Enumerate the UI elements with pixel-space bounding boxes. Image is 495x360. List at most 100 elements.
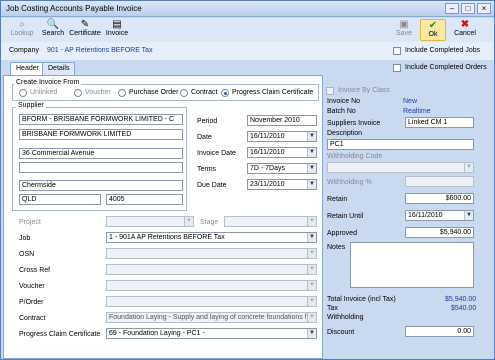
contract-label: Contract <box>191 89 218 96</box>
progress-claim-radio[interactable] <box>221 89 229 97</box>
include-completed-orders-checkbox[interactable] <box>393 64 401 72</box>
tab-header[interactable]: Header <box>10 62 45 76</box>
ok-button[interactable]: ✔ Ok <box>420 19 446 41</box>
retain-field[interactable]: $600.00 <box>405 193 474 204</box>
create-from-title: Create Invoice From <box>14 79 82 86</box>
due-date-field[interactable]: 23/11/2010 ▼ <box>247 179 317 190</box>
voucher-field[interactable]: ▼ <box>106 280 317 291</box>
total-invoice-value: $5,940.00 <box>445 296 477 303</box>
supplier-name-field[interactable]: BRISBANE FORMWORK LIMITED <box>19 129 183 140</box>
job-field[interactable]: 1 - 901A AP Retentions BEFORE Tax ▼ <box>106 232 317 243</box>
porder-label: P/Order <box>19 299 44 306</box>
supplier-invoice-field[interactable]: Linked CM 1 <box>405 117 474 128</box>
chevron-down-icon[interactable]: ▼ <box>464 211 473 220</box>
cancel-button[interactable]: ✖ Cancel <box>450 19 480 41</box>
tab-details[interactable]: Details <box>42 62 76 75</box>
invoice-date-field[interactable]: 16/11/2010 ▼ <box>247 147 317 158</box>
supplier-postcode-field[interactable]: 4005 <box>106 194 183 205</box>
maximize-button[interactable]: □ <box>461 3 475 14</box>
stage-label: Stage <box>200 219 219 226</box>
chevron-down-icon[interactable]: ▼ <box>307 265 316 274</box>
retain-until-field[interactable]: 16/11/2010 ▼ <box>405 210 474 221</box>
chevron-down-icon[interactable]: ▼ <box>307 329 316 338</box>
invoice-by-class-label: Invoice By Class <box>338 87 390 94</box>
window-title: Job Costing Accounts Payable Invoice <box>6 4 142 13</box>
withholding-code-field[interactable]: ▼ <box>327 162 474 173</box>
discount-field[interactable]: 0.00 <box>405 326 474 337</box>
chevron-down-icon[interactable]: ▼ <box>307 233 316 242</box>
invoice-date-label: Invoice Date <box>197 150 236 157</box>
lookup-icon: ⌕ <box>19 19 25 30</box>
include-completed-jobs-label: Include Completed Jobs <box>405 47 481 54</box>
chevron-down-icon[interactable]: ▼ <box>307 281 316 290</box>
supplier-address1-field[interactable]: 36 Commercial Avenue <box>19 148 183 159</box>
withholding-pct-field[interactable] <box>405 176 474 187</box>
project-field[interactable]: ▼ <box>106 216 194 227</box>
withholding-label: Withholding <box>327 314 364 321</box>
supplier-address2-field[interactable] <box>19 162 183 173</box>
toolbar: ⌕ Lookup 🔍 Search ✎ Certificate ▤ Invoice ▣ S… <box>1 18 494 42</box>
porder-field[interactable]: ▼ <box>106 296 317 307</box>
chevron-down-icon[interactable]: ▼ <box>307 313 316 322</box>
terms-field[interactable]: 7D - 7Days ▼ <box>247 163 317 174</box>
notes-label: Notes <box>327 244 346 251</box>
supplier-title: Supplier <box>16 102 46 109</box>
stage-field[interactable]: ▼ <box>224 216 317 227</box>
batch-no-label: Batch No <box>327 108 356 115</box>
job-label: Job <box>19 235 31 242</box>
chevron-down-icon[interactable]: ▼ <box>307 297 316 306</box>
voucher-radio[interactable] <box>74 89 82 97</box>
crossref-field[interactable]: ▼ <box>106 264 317 275</box>
notes-textarea[interactable] <box>350 242 474 288</box>
chevron-down-icon[interactable]: ▼ <box>307 132 316 141</box>
date-field[interactable]: 16/11/2010 ▼ <box>247 131 317 142</box>
approved-label: Approved <box>327 230 357 237</box>
approved-field[interactable]: $5,940.00 <box>405 227 474 238</box>
supplier-suburb-field[interactable]: Chermside <box>19 180 183 191</box>
supplier-invoice-label: Suppliers Invoice <box>327 120 381 127</box>
supplier-code-field[interactable]: BFORM - BRISBANE FORMWORK LIMITED - C <box>19 114 183 125</box>
withholding-pct-label: Withholding % <box>327 179 372 186</box>
batch-no-value: Realtime <box>403 108 431 115</box>
chevron-down-icon[interactable]: ▼ <box>307 164 316 173</box>
save-button[interactable]: ▣ Save <box>391 19 417 41</box>
crossref-label: Cross Ref <box>19 267 51 274</box>
search-button[interactable]: 🔍 Search <box>39 19 67 41</box>
search-icon: 🔍 <box>46 19 60 30</box>
include-completed-jobs-checkbox[interactable] <box>393 47 401 55</box>
tax-value: $540.00 <box>451 305 477 312</box>
company-label: Company <box>9 47 39 54</box>
cancel-icon: ✖ <box>460 19 470 30</box>
certificate-button[interactable]: ✎ Certificate <box>67 19 103 41</box>
chevron-down-icon[interactable]: ▼ <box>184 217 193 226</box>
osn-field[interactable]: ▼ <box>106 248 317 259</box>
minimize-button[interactable]: – <box>445 3 459 14</box>
invoice-icon: ▤ <box>112 19 122 30</box>
close-window-button[interactable]: × <box>477 3 491 14</box>
invoice-by-class-checkbox[interactable] <box>326 87 334 95</box>
chevron-down-icon[interactable]: ▼ <box>307 217 316 226</box>
invoice-no-value: New <box>403 98 418 105</box>
description-field[interactable]: PC1 <box>327 139 474 150</box>
purchase-order-label: Purchase Order <box>129 89 179 96</box>
chevron-down-icon[interactable]: ▼ <box>307 180 316 189</box>
pcc-label: Progress Claim Certificate <box>19 331 101 338</box>
unlinked-radio[interactable] <box>19 89 27 97</box>
contract-radio[interactable] <box>180 89 188 97</box>
terms-label: Terms <box>197 166 217 173</box>
chevron-down-icon[interactable]: ▼ <box>307 148 316 157</box>
contract-field-label: Contract <box>19 315 46 322</box>
supplier-state-field[interactable]: QLD <box>19 194 101 205</box>
period-field[interactable]: November 2010 <box>247 115 317 126</box>
lookup-button[interactable]: ⌕ Lookup <box>7 19 37 41</box>
pcc-field[interactable]: 69 - Foundation Laying - PC1 - ▼ <box>106 328 317 339</box>
chevron-down-icon[interactable]: ▼ <box>307 249 316 258</box>
purchase-order-radio[interactable] <box>118 89 126 97</box>
chevron-down-icon[interactable]: ▼ <box>464 163 473 172</box>
include-completed-orders-label: Include Completed Orders <box>405 64 487 71</box>
retain-until-label: Retain Until <box>327 213 364 220</box>
invoice-window: Job Costing Accounts Payable Invoice – □… <box>0 0 495 360</box>
invoice-button[interactable]: ▤ Invoice <box>104 19 130 41</box>
period-label: Period <box>197 118 218 125</box>
contract-field[interactable]: Foundation Laying - Supply and laying of… <box>106 312 317 323</box>
